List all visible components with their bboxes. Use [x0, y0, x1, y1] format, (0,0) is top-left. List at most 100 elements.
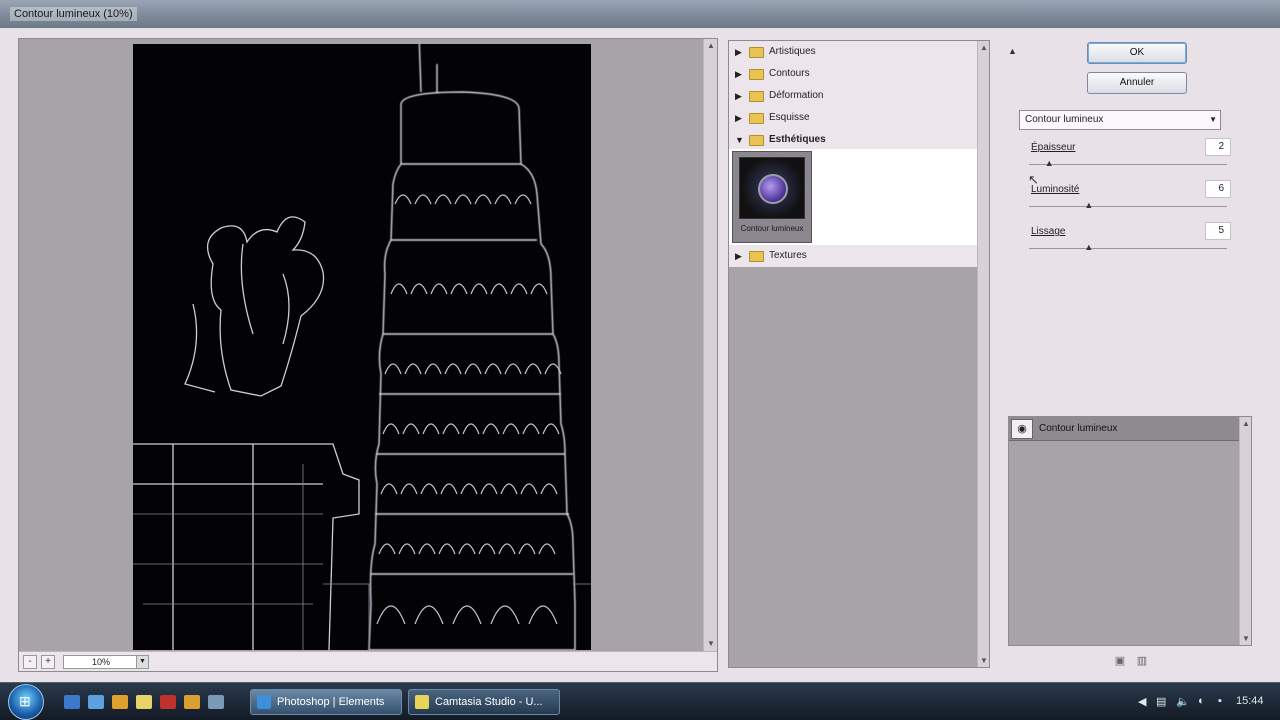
windows-logo-icon: ⊞	[19, 693, 31, 709]
scroll-down-arrow-icon[interactable]: ▼	[706, 639, 716, 649]
category-label: Déformation	[769, 90, 824, 101]
category-label: Textures	[769, 250, 807, 261]
slider-thumb[interactable]: ▲	[1084, 242, 1093, 252]
param-value-input[interactable]: 6	[1205, 180, 1231, 198]
taskbar-item-photoshop-elements[interactable]: Photoshop | Elements	[250, 689, 402, 715]
expand-arrow-icon[interactable]: ▶	[735, 91, 742, 102]
folder-icon	[749, 113, 764, 124]
layers-vertical-scrollbar[interactable]: ▲ ▼	[1239, 417, 1251, 645]
filter-category-tree: ▶ Artistiques ▶ Contours ▶ Déformation ▶…	[728, 40, 990, 668]
slider-track[interactable]	[1029, 164, 1227, 165]
quicklaunch-app-icon[interactable]	[208, 695, 224, 709]
zoom-in-button[interactable]: +	[41, 655, 55, 669]
thumbnail-image	[739, 157, 805, 219]
category-artistiques[interactable]: ▶ Artistiques	[729, 41, 977, 63]
tray-app-icon[interactable]: ▪	[1218, 695, 1222, 707]
scroll-up-arrow-icon[interactable]: ▲	[979, 43, 989, 52]
thumbnail-label: Contour lumineux	[740, 224, 804, 233]
category-esquisse[interactable]: ▶ Esquisse	[729, 107, 977, 129]
scroll-down-arrow-icon[interactable]: ▼	[979, 656, 989, 665]
taskbar-item-label: Photoshop | Elements	[277, 696, 385, 708]
filter-thumbnails: Contour lumineux	[729, 149, 977, 245]
expand-arrow-icon[interactable]: ▶	[735, 113, 742, 124]
expand-arrow-icon[interactable]: ▶	[735, 251, 742, 262]
show-desktop-icon[interactable]	[64, 695, 80, 709]
param-lissage: Lissage 5 ▲	[1029, 222, 1235, 262]
param-luminosite: Luminosité 6 ▲	[1029, 180, 1235, 220]
zoom-bar: - + 10% ▼	[19, 651, 717, 671]
category-label: Esquisse	[769, 112, 810, 123]
param-label: Lissage	[1031, 226, 1066, 237]
network-icon[interactable]: ▤	[1156, 695, 1166, 708]
tree-vertical-scrollbar[interactable]: ▲ ▼	[977, 41, 989, 667]
layer-name: Contour lumineux	[1039, 423, 1118, 434]
zoom-value: 10%	[92, 657, 111, 667]
expand-arrow-icon[interactable]: ▶	[735, 69, 742, 80]
effect-layers-panel: ◉ Contour lumineux ▲ ▼	[1008, 416, 1252, 646]
zoom-out-button[interactable]: -	[23, 655, 37, 669]
category-esthetiques[interactable]: ▼ Esthétiques	[729, 129, 977, 151]
quicklaunch-app-icon[interactable]	[112, 695, 128, 709]
param-epaisseur: Épaisseur 2 ▲	[1029, 138, 1235, 178]
filter-select[interactable]: Contour lumineux ▼	[1019, 110, 1221, 130]
zoom-select[interactable]: 10% ▼	[63, 655, 149, 669]
scroll-down-arrow-icon[interactable]: ▼	[1241, 634, 1251, 643]
cancel-button[interactable]: Annuler	[1087, 72, 1187, 94]
filter-thumbnail-contour-lumineux[interactable]: Contour lumineux	[732, 151, 812, 243]
taskbar-item-label: Camtasia Studio - U...	[435, 696, 543, 708]
start-button[interactable]: ⊞	[8, 684, 44, 720]
slider-track[interactable]	[1029, 248, 1227, 249]
chevron-down-icon: ▼	[136, 656, 148, 668]
system-tray: ◀ ▤ 🔈 ◐ ▪ 15:44	[1132, 693, 1280, 713]
folder-icon	[749, 135, 764, 146]
scroll-up-arrow-icon[interactable]: ▲	[706, 41, 716, 51]
preview-pane[interactable]: ▲ ▼ - + 10% ▼	[18, 38, 718, 672]
folder-icon	[749, 69, 764, 80]
collapse-panel-icon[interactable]: ▲	[1008, 46, 1020, 58]
preview-vertical-scrollbar[interactable]: ▲ ▼	[703, 39, 717, 651]
clock[interactable]: 15:44	[1236, 695, 1264, 707]
folder-icon	[749, 47, 764, 58]
taskbar-item-camtasia[interactable]: Camtasia Studio - U...	[408, 689, 560, 715]
filter-select-value: Contour lumineux	[1025, 114, 1104, 125]
slider-track[interactable]	[1029, 206, 1227, 207]
param-value-input[interactable]: 2	[1205, 138, 1231, 156]
chevron-down-icon: ▼	[1209, 115, 1217, 124]
switch-windows-icon[interactable]	[88, 695, 104, 709]
taskbar: ⊞ Photoshop | Elements Camtasia Studio -…	[0, 682, 1280, 720]
param-value-input[interactable]: 5	[1205, 222, 1231, 240]
effect-layer-row[interactable]: ◉ Contour lumineux	[1009, 417, 1239, 441]
window-title: Contour lumineux (10%)	[10, 7, 137, 21]
tray-expand-icon[interactable]: ◀	[1138, 695, 1146, 708]
param-label: Épaisseur	[1031, 142, 1076, 153]
category-label: Contours	[769, 68, 810, 79]
glowing-edges-photo	[133, 44, 591, 650]
category-deformation[interactable]: ▶ Déformation	[729, 85, 977, 107]
mouse-cursor-icon: ↖	[1028, 172, 1039, 187]
expand-arrow-icon[interactable]: ▶	[735, 47, 742, 58]
quicklaunch-app-icon[interactable]	[184, 695, 200, 709]
eye-visibility-icon[interactable]: ◉	[1011, 419, 1033, 439]
collapse-arrow-icon[interactable]: ▼	[735, 135, 744, 145]
folder-icon	[749, 251, 764, 262]
new-effect-layer-icon[interactable]: ▣	[1112, 654, 1128, 668]
category-label: Esthétiques	[769, 134, 826, 145]
filter-settings: Épaisseur 2 ▲ Luminosité 6 ▲ Lissage 5 ▲	[1019, 132, 1257, 404]
category-textures[interactable]: ▶ Textures	[729, 245, 977, 267]
category-contours[interactable]: ▶ Contours	[729, 63, 977, 85]
preview-image[interactable]	[133, 44, 591, 650]
camtasia-icon	[415, 695, 429, 709]
language-icon[interactable]: ◐	[1198, 695, 1205, 707]
quicklaunch-app-icon[interactable]	[136, 695, 152, 709]
scroll-up-arrow-icon[interactable]: ▲	[1241, 419, 1251, 428]
delete-effect-layer-icon[interactable]: ▥	[1134, 654, 1150, 668]
quicklaunch-app-icon[interactable]	[160, 695, 176, 709]
title-bar: Contour lumineux (10%)	[0, 0, 1280, 28]
slider-thumb[interactable]: ▲	[1084, 200, 1093, 210]
folder-icon	[749, 91, 764, 102]
slider-thumb[interactable]: ▲	[1045, 158, 1054, 168]
photoshop-icon	[257, 695, 271, 709]
ok-button[interactable]: OK	[1087, 42, 1187, 64]
category-label: Artistiques	[769, 46, 816, 57]
volume-icon[interactable]: 🔈	[1176, 695, 1190, 708]
